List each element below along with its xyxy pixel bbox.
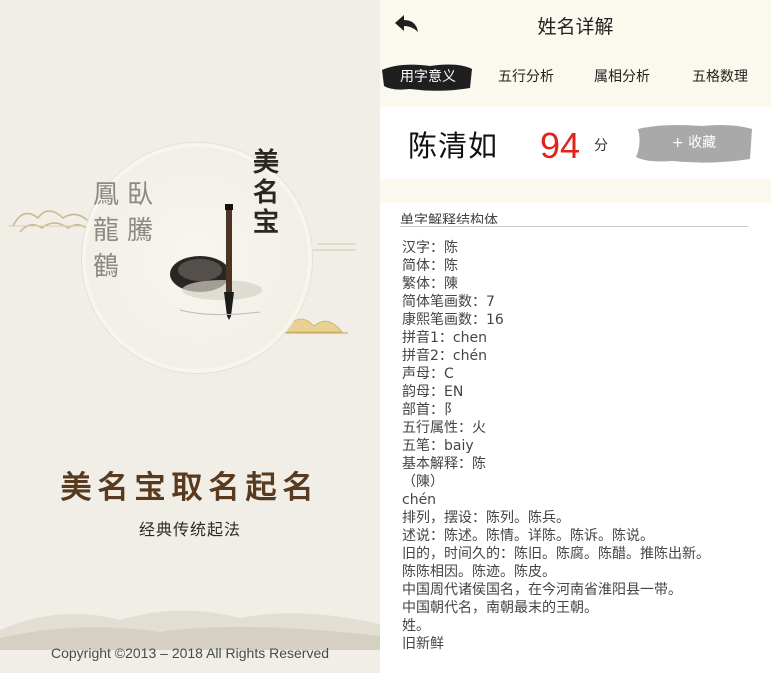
explanation-line: 旧的，时间久的：陈旧。陈腐。陈醋。推陈出新。 [402,546,710,562]
explanation-line: 中国朝代名，南朝最末的王朝。 [402,600,598,616]
tab-character-meaning[interactable]: 用字意义 [386,64,470,90]
name-text: 陈清如 [408,129,499,163]
explanation-line: 部首：阝 [402,402,458,418]
collect-label: + 收藏 [671,135,717,151]
logo-seal-text: 鳳臥龍 騰鶴 [93,177,163,285]
explanation-line: 旧新鲜 [402,636,444,652]
score-value: 94 [540,125,581,166]
explanation-line: 简体：陈 [402,258,458,274]
top-bar: 姓名详解 [380,0,771,52]
name-detail-page: 姓名详解 用字意义 五行分析 属相分析 五格数理 陈清如 94 分 + 收藏 单… [380,0,771,673]
explanation-line: 汉字：陈 [402,240,458,256]
splash-screen: 鳳臥龍 騰鶴 美名宝 美名宝取名起名 经典传统起法 Copyright ©2013… [0,0,380,673]
brush-ink-illustration [170,204,262,320]
explanation-lines: 汉字：陈简体：陈繁体：陳简体笔画数：7 康熙笔画数：16 拼音1：chen 拼音2：c… [402,239,762,653]
logo-seal-char: 臥 [127,180,155,210]
logo-vertical-char: 美 [252,148,279,178]
tab-five-grid-numerology[interactable]: 五格数理 [678,64,762,90]
explanation-line: chén [402,492,437,508]
tab-zodiac-analysis[interactable]: 属相分析 [580,64,664,90]
mountain-ink-decoration [0,610,380,650]
tab-five-elements[interactable]: 五行分析 [484,64,568,90]
explanation-line: 拼音2：chén [402,348,487,364]
explanation-line: 五笔：baiy [402,438,474,454]
explanation-line: （陳） [402,474,444,490]
explanation-line: 繁体：陳 [402,276,458,292]
explanation-line: 陈陈相因。陈迹。陈皮。 [402,564,556,580]
explanation-line: 姓。 [402,618,430,634]
explanation-line: 中国周代诸侯国名，在今河南省淮阳县一带。 [402,582,682,598]
explanation-line: 声母：C [402,366,454,382]
logo-seal-char: 騰 [127,216,155,246]
page-title: 姓名详解 [537,16,614,38]
section-heading: 单字解释结构体 [400,213,498,224]
explanation-line: 康熙笔画数：16 [402,312,504,328]
collect-button[interactable]: + 收藏 [632,121,756,165]
logo-seal-char: 鳳 [93,180,121,210]
explanation-line: 述说：陈述。陈情。详陈。陈诉。陈说。 [402,528,654,544]
character-explanation-panel: 单字解释结构体 汉字：陈简体：陈繁体：陳简体笔画数：7 康熙笔画数：16 拼音1：c… [380,203,771,673]
explanation-line: 简体笔画数：7 [402,294,495,310]
copyright-text: Copyright ©2013 – 2018 All Rights Reserv… [50,645,330,661]
explanation-line: 排列，摆设：陈列。陈兵。 [402,510,570,526]
logo-seal-char: 龍 [93,216,121,246]
tab-bar: 用字意义 五行分析 属相分析 五格数理 [380,56,771,96]
name-score-card: 陈清如 94 分 + 收藏 [380,107,771,179]
app-subtitle: 经典传统起法 [138,520,241,539]
logo-seal-char: 鶴 [93,252,121,282]
explanation-line: 五行属性：火 [402,420,486,436]
explanation-line: 基本解释：陈 [402,456,486,472]
section-divider [400,226,748,227]
explanation-line: 拼音1：chen [402,330,487,346]
app-title: 美名宝取名起名 [60,470,320,506]
explanation-line: 韵母：EN [402,384,464,400]
score-unit: 分 [594,138,608,154]
